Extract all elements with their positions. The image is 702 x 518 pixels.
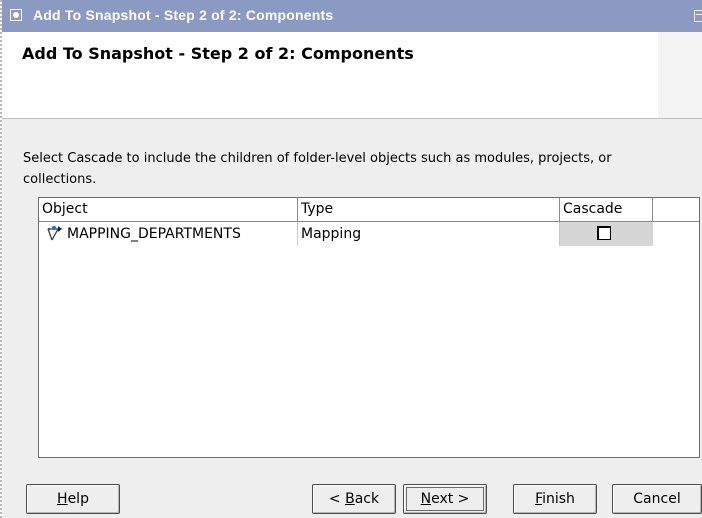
column-header-type[interactable]: Type [298, 198, 560, 222]
help-label-rest: elp [67, 491, 89, 507]
next-label-rest: ext > [431, 491, 470, 507]
cancel-button[interactable]: Cancel [612, 484, 702, 514]
help-mnemonic: H [57, 491, 68, 507]
dialog-window: Add To Snapshot - Step 2 of 2: Component… [0, 0, 702, 518]
instructions-text: Select Cascade to include the children o… [23, 151, 612, 187]
cascade-cell[interactable] [560, 222, 653, 246]
help-button[interactable]: Help [26, 484, 120, 514]
table-row[interactable]: MAPPING_DEPARTMENTS Mapping [39, 222, 653, 246]
column-header-cascade[interactable]: Cascade [560, 198, 653, 222]
type-cell[interactable]: Mapping [298, 222, 560, 246]
header-shade [658, 32, 702, 118]
finish-label-rest: inish [542, 491, 575, 507]
maximize-icon[interactable] [694, 10, 702, 22]
components-table: Object Type Cascade MAPPING_DEPARTMENTS [38, 197, 700, 458]
back-label-rest: ack [354, 491, 380, 507]
object-cell[interactable]: MAPPING_DEPARTMENTS [39, 222, 298, 246]
next-mnemonic: N [420, 491, 432, 507]
title-bar[interactable]: Add To Snapshot - Step 2 of 2: Component… [2, 0, 702, 32]
window-title: Add To Snapshot - Step 2 of 2: Component… [33, 7, 334, 23]
back-button[interactable]: < Back [312, 484, 396, 514]
column-header-object[interactable]: Object [39, 198, 298, 222]
back-mnemonic: B [345, 491, 355, 507]
back-prefix: < [328, 491, 346, 507]
page-title: Add To Snapshot - Step 2 of 2: Component… [22, 44, 414, 63]
mapping-icon [45, 225, 63, 243]
finish-button[interactable]: Finish [513, 484, 597, 514]
column-header-filler [653, 198, 699, 222]
cascade-checkbox[interactable] [597, 226, 611, 240]
object-name: MAPPING_DEPARTMENTS [67, 226, 241, 242]
next-button[interactable]: Next > [403, 484, 487, 514]
window-menu-icon[interactable] [10, 9, 22, 21]
